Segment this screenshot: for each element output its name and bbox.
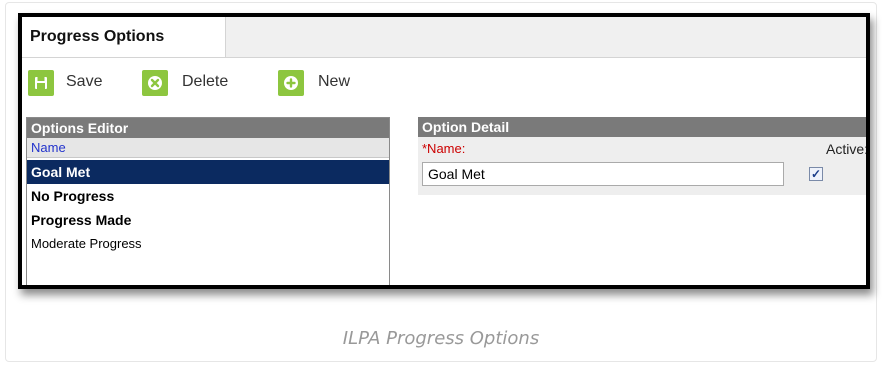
name-field[interactable] [422,162,784,186]
screenshot-card: Progress Options Save Delete New Options… [5,2,877,362]
tab-label: Progress Options [30,28,165,45]
option-detail-title: Option Detail [418,117,866,137]
toolbar: Save Delete New [22,58,866,108]
list-item-moderate-progress[interactable]: Moderate Progress [27,232,389,256]
save-icon [28,70,54,96]
tab-progress-options[interactable]: Progress Options [22,17,226,57]
list-item-goal-met[interactable]: Goal Met [27,160,389,184]
options-editor-title: Options Editor [27,118,389,138]
app-window: Progress Options Save Delete New Options… [18,13,870,289]
list-item-no-progress[interactable]: No Progress [27,184,389,208]
image-caption: ILPA Progress Options [342,328,540,349]
active-checkbox[interactable]: ✓ [809,167,823,181]
delete-icon [142,70,168,96]
new-label: New [318,73,351,90]
add-icon [278,70,304,96]
options-editor-panel: Options Editor Name Goal Met No Progress… [26,117,390,285]
active-field-label: Active: [825,141,868,157]
name-column-header[interactable]: Name [27,138,389,158]
list-item-progress-made[interactable]: Progress Made [27,208,389,232]
save-label: Save [66,73,103,90]
option-detail-panel: Option Detail *Name: Active: ✓ [418,117,868,285]
tab-bar: Progress Options [22,17,866,58]
name-field-label: *Name: [422,141,466,156]
delete-label: Delete [182,73,229,90]
checkmark-icon: ✓ [810,167,822,181]
